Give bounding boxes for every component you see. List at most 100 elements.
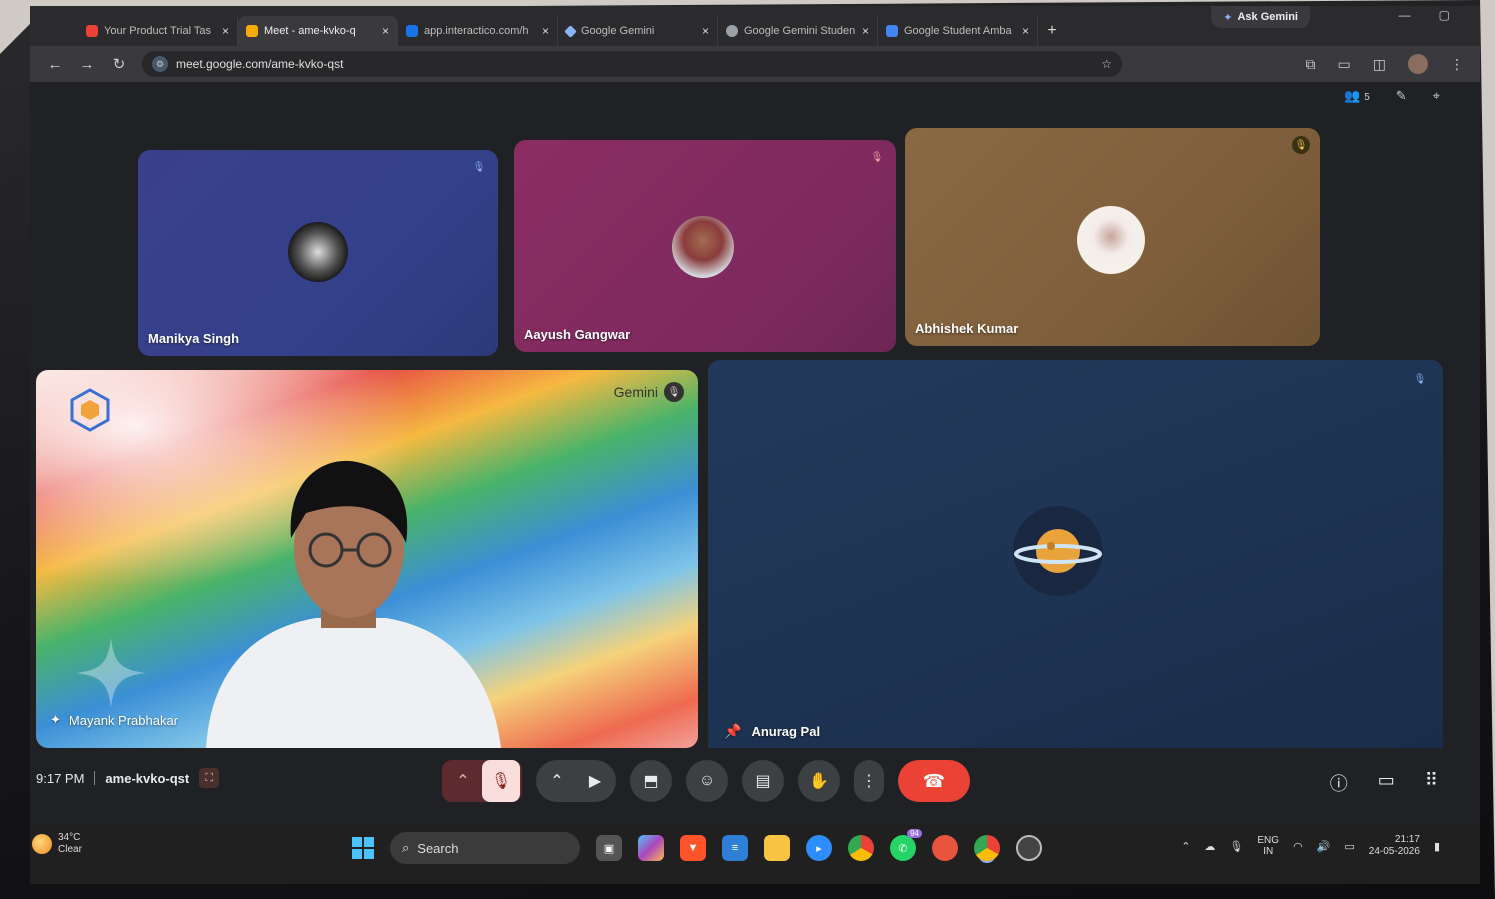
tab-product-trial[interactable]: Your Product Trial Tas × xyxy=(78,16,238,46)
tab-search-icon[interactable]: ▭ xyxy=(1338,56,1351,73)
close-icon[interactable]: × xyxy=(542,24,549,38)
weather-text: 34°C Clear xyxy=(58,832,82,856)
back-icon[interactable]: ← xyxy=(46,56,64,73)
more-icon[interactable]: ⋮ xyxy=(854,760,884,802)
windows-start-icon[interactable] xyxy=(352,837,374,859)
host-controls-icon[interactable]: ⛶ xyxy=(199,768,220,788)
chevron-up-icon[interactable]: ⌃ xyxy=(444,760,482,802)
toolbar-right: ⧉ ▭ ◫ ⋮ xyxy=(1306,54,1464,74)
mic-control-group: ⌃ 🎙 xyxy=(442,760,522,802)
globe-icon xyxy=(726,25,738,37)
camera-icon[interactable]: ▶ xyxy=(576,760,614,802)
notifications-icon[interactable]: ▮ xyxy=(1434,840,1440,853)
os-taskbar: 34°C Clear ⌕ Search ▣ ▼ ≡ ▸ ✆ 94 ⌃ ☁ 🎙 E… xyxy=(30,824,1480,884)
site-info-icon[interactable]: ⚙ xyxy=(152,56,168,72)
profile-avatar[interactable] xyxy=(1408,54,1428,74)
notepad-icon[interactable]: ≡ xyxy=(722,835,748,861)
participant-tile-self[interactable]: Gemini 🎙 ✦ Mayank Prabhakar xyxy=(36,370,698,748)
end-call-icon[interactable]: ☎ xyxy=(898,760,970,802)
brave-icon[interactable]: ▼ xyxy=(680,835,706,861)
onedrive-icon[interactable]: ☁ xyxy=(1204,840,1215,853)
camera-capture-icon[interactable]: ◫ xyxy=(1373,56,1386,73)
gemini-logo-text: Gemini xyxy=(613,384,658,400)
meeting-code: ame-kvko-qst xyxy=(105,770,190,786)
address-bar[interactable]: ⚙ meet.google.com/ame-kvko-qst ☆ xyxy=(142,51,1122,77)
avatar xyxy=(1077,206,1145,274)
meet-stage: 👥 5 ✎ ⌖ 🎙 Manikya Singh 🎙 Aayush Gangwar… xyxy=(30,82,1480,824)
chevron-up-icon[interactable]: ⌃ xyxy=(1181,840,1190,853)
weather-desc: Clear xyxy=(58,844,82,855)
participant-tile-pinned[interactable]: 🎙 📌 Anurag Pal xyxy=(708,360,1443,758)
reload-icon[interactable]: ↻ xyxy=(110,55,128,73)
ask-gemini-button[interactable]: ✦ Ask Gemini xyxy=(1211,6,1310,28)
tab-title: Meet - ame-kvko-q xyxy=(264,25,356,37)
clock-date: 24-05-2026 xyxy=(1368,846,1420,857)
tab-meet[interactable]: Meet - ame-kvko-q × xyxy=(238,16,398,46)
participants-indicator[interactable]: 👥 5 xyxy=(1344,88,1369,104)
close-icon[interactable]: × xyxy=(222,24,229,38)
chat-icon[interactable]: ▭ xyxy=(1378,770,1395,796)
whatsapp-icon[interactable]: ✆ 94 xyxy=(890,829,922,861)
apps-grid-icon[interactable]: ⠿ xyxy=(1425,770,1438,796)
meeting-time: 9:17 PM xyxy=(36,770,85,786)
chevron-up-icon[interactable]: ⌃ xyxy=(538,760,576,802)
whatsapp-badge: 94 xyxy=(907,829,922,838)
tab-gemini-student[interactable]: Google Gemini Studen × xyxy=(718,16,878,46)
present-icon[interactable]: ⬒ xyxy=(630,760,672,802)
participant-tile[interactable]: 🎙 Abhishek Kumar xyxy=(905,128,1320,346)
bookmark-star-icon[interactable]: ☆ xyxy=(1101,57,1112,71)
close-icon[interactable]: × xyxy=(1022,24,1029,38)
weather-widget[interactable]: 34°C Clear xyxy=(32,832,82,856)
copilot-icon[interactable] xyxy=(638,835,664,861)
microphone-icon[interactable]: 🎙 xyxy=(1229,840,1243,853)
battery-icon[interactable]: ▭ xyxy=(1344,840,1354,853)
participant-video xyxy=(206,460,501,748)
participant-name: Manikya Singh xyxy=(148,331,240,346)
chrome-profile-icon[interactable] xyxy=(974,835,1000,861)
mic-off-icon: 🎙 xyxy=(1413,373,1427,385)
close-icon[interactable]: × xyxy=(862,24,869,38)
language-indicator[interactable]: ENG IN xyxy=(1257,835,1279,858)
task-view-icon[interactable]: ▣ xyxy=(596,835,622,861)
mic-off-icon[interactable]: 🎙 xyxy=(482,760,520,802)
search-label: Search xyxy=(417,840,459,856)
forward-icon[interactable]: → xyxy=(78,56,96,73)
tab-interactico[interactable]: app.interactico.com/h × xyxy=(398,16,558,46)
tab-title: Your Product Trial Tas xyxy=(104,25,212,37)
edit-icon[interactable]: ✎ xyxy=(1396,88,1407,104)
file-explorer-icon[interactable] xyxy=(764,835,790,861)
tab-title: Google Gemini Studen xyxy=(744,25,856,37)
maximize-icon[interactable]: ▢ xyxy=(1439,8,1450,22)
chrome-icon[interactable] xyxy=(848,835,874,861)
screen: Your Product Trial Tas × Meet - ame-kvko… xyxy=(30,6,1480,884)
menu-icon[interactable]: ⋮ xyxy=(1450,56,1464,73)
new-tab-button[interactable]: + xyxy=(1038,16,1066,46)
sparkle-icon xyxy=(76,638,146,708)
emoji-icon[interactable]: ☺ xyxy=(686,760,728,802)
gemini-logo: Gemini 🎙 xyxy=(614,382,684,402)
tab-student-ambassador[interactable]: Google Student Amba × xyxy=(878,16,1038,46)
zoom-icon[interactable]: ▸ xyxy=(806,835,832,861)
participant-tile[interactable]: 🎙 Manikya Singh xyxy=(138,150,498,356)
clock[interactable]: 21:17 24-05-2026 xyxy=(1369,834,1420,858)
close-icon[interactable]: × xyxy=(382,24,389,38)
extensions-icon[interactable]: ⧉ xyxy=(1306,56,1316,73)
info-icon[interactable]: ⓘ xyxy=(1330,770,1348,796)
participant-tile[interactable]: 🎙 Aayush Gangwar xyxy=(514,140,896,352)
wifi-icon[interactable]: ◠ xyxy=(1293,840,1303,853)
taskbar-search[interactable]: ⌕ Search xyxy=(390,832,580,864)
tab-gemini[interactable]: Google Gemini × xyxy=(558,16,718,46)
captions-icon[interactable]: ▤ xyxy=(742,760,784,802)
close-icon[interactable]: × xyxy=(702,24,709,38)
volume-icon[interactable]: 🔊 xyxy=(1317,840,1331,853)
app-icon[interactable] xyxy=(932,835,958,861)
participant-name: 📌 Anurag Pal xyxy=(724,723,820,740)
gmail-icon xyxy=(86,25,98,37)
ask-gemini-label: Ask Gemini xyxy=(1237,11,1298,23)
hand-icon[interactable]: ✋ xyxy=(798,760,840,802)
system-tray: ⌃ ☁ 🎙 ENG IN ◠ 🔊 ▭ 21:17 24-05-2026 ▮ xyxy=(1181,834,1440,858)
chrome-dev-icon[interactable] xyxy=(1016,835,1042,861)
minimize-icon[interactable]: — xyxy=(1399,8,1411,22)
call-controls: ⌃ 🎙 ⌃ ▶ ⬒ ☺ ▤ ✋ ⋮ ☎ xyxy=(442,760,970,802)
pin-off-icon[interactable]: ⌖ xyxy=(1433,88,1440,104)
